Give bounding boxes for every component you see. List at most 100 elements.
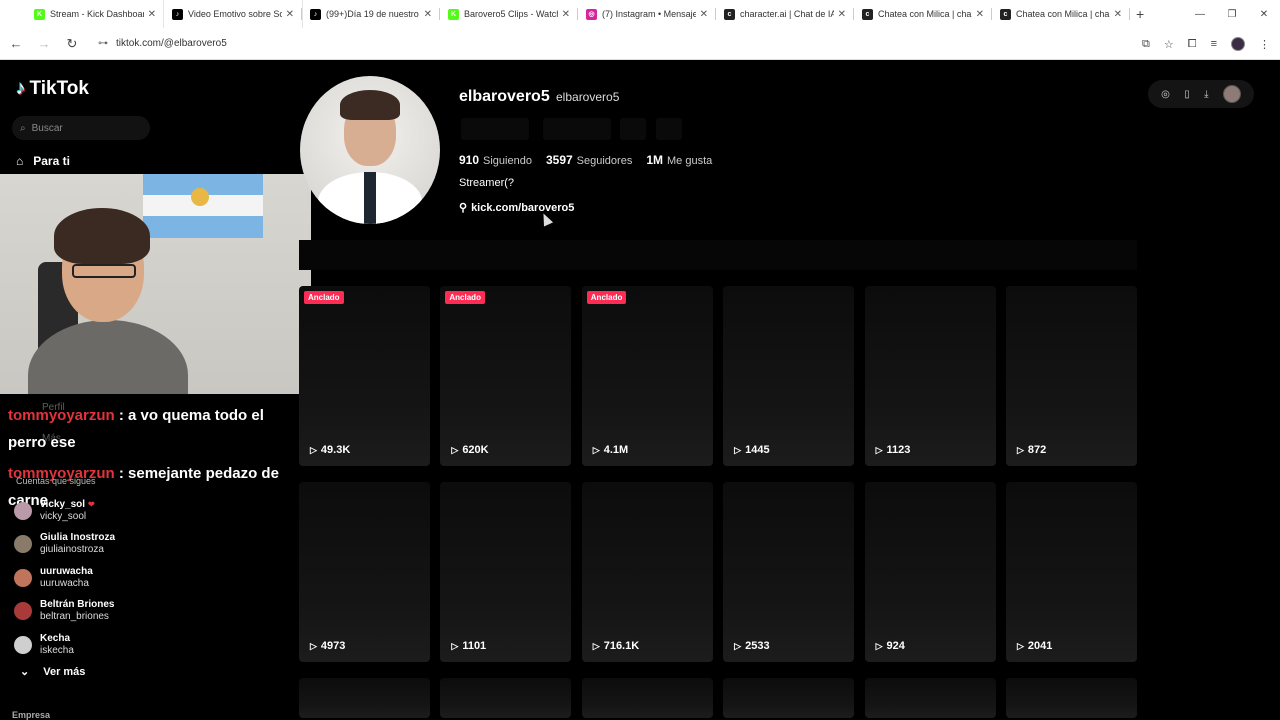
- restore-button[interactable]: ❐: [1216, 9, 1248, 20]
- video-card[interactable]: ▷ 4973: [299, 482, 430, 662]
- search-input[interactable]: ⌕ Buscar: [12, 116, 150, 140]
- forward-button[interactable]: →: [32, 36, 56, 51]
- browser-tab[interactable]: c character.ai | Chat de IA re ✕: [716, 0, 854, 28]
- close-tab-icon[interactable]: ✕: [148, 9, 156, 20]
- tab-favicon-icon: ♪: [310, 8, 321, 20]
- tab-title: character.ai | Chat de IA re: [740, 9, 834, 19]
- video-card-placeholder[interactable]: [299, 678, 430, 718]
- reading-list-icon[interactable]: ≡: [1211, 38, 1217, 50]
- profile-avatar[interactable]: [300, 76, 440, 224]
- video-card[interactable]: ▷ 1123: [864, 286, 996, 466]
- device-icon[interactable]: ▯: [1184, 89, 1190, 100]
- video-card[interactable]: ▷ 924: [864, 482, 996, 662]
- view-count: ▷ 924: [876, 640, 905, 652]
- browser-profile-avatar[interactable]: [1231, 37, 1245, 51]
- video-card[interactable]: ▷ 1445: [723, 286, 855, 466]
- avatar-tie: [364, 172, 376, 224]
- video-card[interactable]: Anclado ▷ 620K: [440, 286, 572, 466]
- video-card-placeholder[interactable]: [723, 678, 855, 718]
- browser-menu-icon[interactable]: ⋮: [1259, 38, 1270, 51]
- video-card[interactable]: ▷ 2041: [1005, 482, 1137, 662]
- close-tab-icon[interactable]: ✕: [976, 9, 984, 20]
- extensions-icon[interactable]: ⧠: [1188, 38, 1197, 51]
- following-text: uuruwacha uuruwacha: [40, 566, 93, 590]
- back-button[interactable]: ←: [4, 36, 28, 51]
- loading-skeleton: [656, 118, 682, 140]
- following-name-text: Giulia Inostroza: [40, 532, 116, 544]
- tab-favicon-icon: ♪: [172, 8, 183, 20]
- see-more-button[interactable]: ⌄ Ver más: [20, 665, 85, 679]
- bookmark-star-icon[interactable]: ☆: [1164, 38, 1174, 51]
- video-card-placeholder[interactable]: [1005, 678, 1137, 718]
- stat-value: 910: [459, 153, 480, 167]
- coins-icon[interactable]: ◎: [1161, 89, 1170, 100]
- close-tab-icon[interactable]: ✕: [838, 9, 846, 20]
- avatar: [14, 635, 32, 654]
- following-item[interactable]: Kecha iskecha: [14, 628, 214, 662]
- tab-list: K Stream - Kick Dashboard ✕ ♪ Video Emotivo …: [26, 0, 1130, 28]
- play-icon: ▷: [592, 640, 600, 651]
- profile-link[interactable]: ⚲ kick.com/barovero5: [459, 201, 574, 215]
- address-bar: ← → ↻ ⊶ tiktok.com/@elbarovero5 ⧉ ☆ ⧠ ≡ …: [0, 28, 1280, 60]
- view-count-text: 2533: [745, 640, 770, 652]
- play-icon: ▷: [875, 444, 883, 455]
- close-tab-icon[interactable]: ✕: [286, 9, 294, 20]
- minimize-button[interactable]: —: [1184, 9, 1216, 20]
- following-name-text: Beltrán Briones: [40, 599, 115, 611]
- download-icon[interactable]: ⤓: [1204, 89, 1208, 100]
- view-count-text: 1101: [462, 640, 487, 652]
- play-icon: ▷: [592, 444, 600, 455]
- browser-tab[interactable]: ♪ (99+)Día 19 de nuestro re ✕: [302, 0, 440, 28]
- browser-tab[interactable]: ♪ Video Emotivo sobre Sor ✕: [164, 0, 302, 28]
- following-name: Kecha: [40, 633, 74, 645]
- browser-tab[interactable]: ◎ (7) Instagram • Mensajes ✕: [578, 0, 716, 28]
- browser-tab[interactable]: K Stream - Kick Dashboard ✕: [26, 0, 164, 28]
- close-tab-icon[interactable]: ✕: [424, 9, 432, 20]
- view-count: ▷ 716.1K: [593, 640, 639, 652]
- profile-bio: Streamer(?: [459, 177, 515, 189]
- video-card[interactable]: Anclado ▷ 4.1M: [581, 286, 713, 466]
- following-item[interactable]: Giulia Inostroza giuliainostroza: [14, 528, 214, 562]
- profile-username: elbarovero5: [459, 88, 550, 105]
- footer-company-link[interactable]: Empresa: [12, 710, 50, 720]
- video-card[interactable]: ▷ 872: [1005, 286, 1137, 466]
- pinned-badge: Anclado: [304, 291, 344, 304]
- following-item[interactable]: vicky_sol ❤ vicky_sool: [14, 494, 214, 528]
- tab-title: (7) Instagram • Mensajes: [602, 9, 696, 19]
- video-card[interactable]: ▷ 2533: [723, 482, 855, 662]
- video-card-placeholder[interactable]: [581, 678, 713, 718]
- site-info-icon[interactable]: ⊶: [98, 38, 108, 49]
- play-icon: ▷: [310, 640, 317, 651]
- close-tab-icon[interactable]: ✕: [562, 9, 570, 20]
- browser-tab[interactable]: K Barovero5 Clips - Watch ✕: [440, 0, 578, 28]
- stat-following[interactable]: 910 Siguiendo: [459, 153, 532, 167]
- video-card[interactable]: Anclado ▷ 49.3K: [299, 286, 430, 466]
- following-item[interactable]: Beltrán Briones beltran_briones: [14, 595, 214, 629]
- browser-tab[interactable]: c Chatea con Milica | chara ✕: [992, 0, 1130, 28]
- browser-tab[interactable]: c Chatea con Milica | chara ✕: [854, 0, 992, 28]
- tab-favicon-icon: K: [34, 8, 45, 20]
- close-tab-icon[interactable]: ✕: [700, 9, 708, 20]
- cast-icon[interactable]: ⧉: [1142, 38, 1150, 51]
- play-icon: ▷: [734, 444, 742, 455]
- video-card[interactable]: ▷ 716.1K: [581, 482, 713, 662]
- url-field[interactable]: ⊶ tiktok.com/@elbarovero5: [98, 38, 227, 49]
- view-count-text: 49.3K: [320, 444, 351, 456]
- view-count-text: 620K: [462, 444, 489, 456]
- video-card-placeholder[interactable]: [864, 678, 996, 718]
- view-count: ▷ 1101: [451, 640, 486, 652]
- reload-button[interactable]: ↻: [60, 36, 84, 52]
- following-text: Kecha iskecha: [40, 633, 74, 657]
- close-window-button[interactable]: ✕: [1248, 9, 1280, 20]
- video-card[interactable]: ▷ 1101: [440, 482, 572, 662]
- view-count-text: 1445: [745, 444, 770, 456]
- sidebar-item-foryou[interactable]: ⌂ Para ti: [16, 154, 70, 168]
- window-controls: — ❐ ✕: [1184, 0, 1280, 28]
- stat-followers[interactable]: 3597 Seguidores: [546, 153, 632, 167]
- video-card-placeholder[interactable]: [440, 678, 572, 718]
- following-item[interactable]: uuruwacha uuruwacha: [14, 561, 214, 595]
- user-avatar[interactable]: [1222, 85, 1241, 103]
- new-tab-button[interactable]: +: [1136, 6, 1144, 22]
- tiktok-logo[interactable]: ♪ TikTok: [16, 78, 89, 100]
- close-tab-icon[interactable]: ✕: [1114, 9, 1122, 20]
